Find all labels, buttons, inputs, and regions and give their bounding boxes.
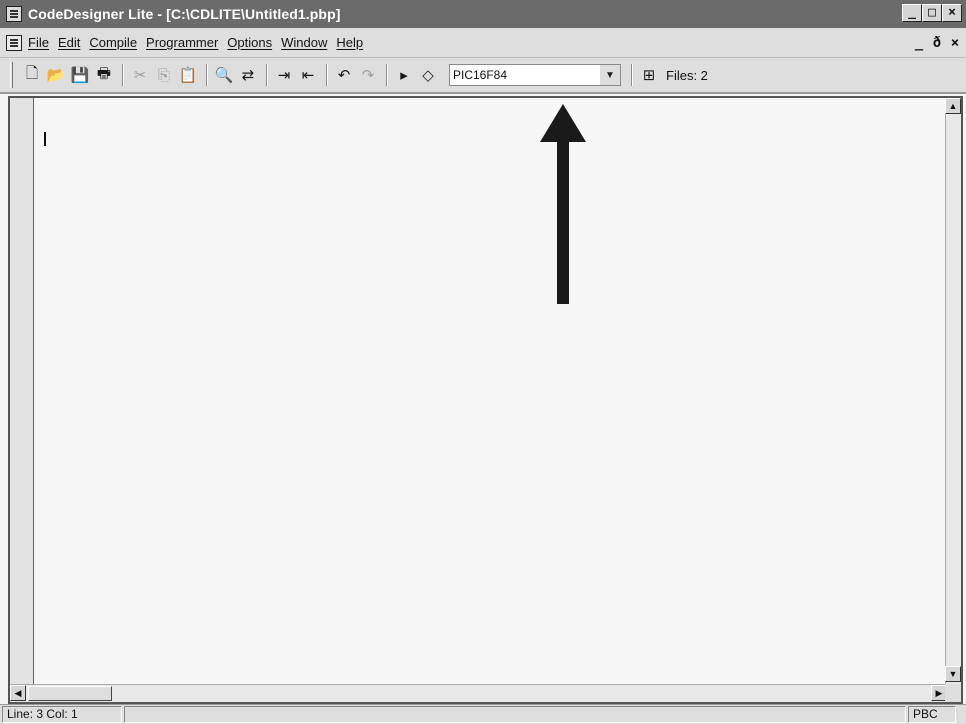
program-chip-icon[interactable]: ◇ [417, 64, 439, 86]
toolbar-grip[interactable] [10, 62, 13, 88]
toolbar: 🗋 📂 💾 🖶 ✂ ⎘ 📋 🔍 ⇄ ⇥ ⇤ ↶ ↷ ▸ ◇ PIC16F84 ▼… [0, 58, 966, 94]
device-select[interactable]: PIC16F84 ▼ [449, 64, 621, 86]
corner-box [945, 684, 961, 702]
menu-window[interactable]: Window [281, 35, 327, 50]
compile-run-icon[interactable]: ▸ [393, 64, 415, 86]
vertical-scrollbar[interactable]: ▲ ▼ [945, 98, 961, 684]
menu-options[interactable]: Options [227, 35, 272, 50]
menu-programmer[interactable]: Programmer [146, 35, 218, 50]
toolbar-separator [266, 64, 268, 86]
language-status: PBC [908, 706, 956, 723]
menu-edit[interactable]: Edit [58, 35, 80, 50]
save-disk-icon[interactable]: 💾 [69, 64, 91, 86]
horizontal-scrollbar[interactable]: ◀ ▶ [10, 684, 947, 702]
replace-icon[interactable]: ⇄ [237, 64, 259, 86]
doc-close-button[interactable]: × [948, 35, 962, 51]
toolbar-separator [631, 64, 633, 86]
doc-minimize-button[interactable]: _ [912, 35, 926, 51]
cut-icon[interactable]: ✂ [129, 64, 151, 86]
text-cursor [44, 132, 46, 146]
toolbar-separator [122, 64, 124, 86]
code-editor[interactable]: ▲ ▼ ◀ ▶ [8, 96, 963, 704]
cursor-position-status: Line: 3 Col: 1 [2, 706, 122, 723]
menu-help[interactable]: Help [336, 35, 363, 50]
up-arrow-annotation-icon [540, 104, 586, 304]
new-file-icon[interactable]: 🗋 [21, 64, 43, 86]
files-tree-icon[interactable]: ⊞ [638, 64, 660, 86]
scroll-left-button[interactable]: ◀ [10, 685, 26, 701]
toolbar-separator [326, 64, 328, 86]
open-folder-icon[interactable]: 📂 [45, 64, 67, 86]
find-binoculars-icon[interactable]: 🔍 [213, 64, 235, 86]
app-icon[interactable] [6, 6, 22, 22]
device-select-value: PIC16F84 [453, 68, 508, 82]
editor-gutter [10, 98, 34, 684]
undo-icon[interactable]: ↶ [333, 64, 355, 86]
horizontal-scroll-thumb[interactable] [28, 686, 112, 701]
printer-icon[interactable]: 🖶 [93, 64, 115, 86]
document-window-controls: _ ð × [912, 35, 962, 51]
status-message-pane [124, 706, 906, 723]
indent-icon[interactable]: ⇥ [273, 64, 295, 86]
menu-compile[interactable]: Compile [89, 35, 137, 50]
outdent-icon[interactable]: ⇤ [297, 64, 319, 86]
title-bar: CodeDesigner Lite - [C:\CDLITE\Untitled1… [0, 0, 966, 28]
window-controls: _ □ × [902, 4, 962, 22]
menu-file[interactable]: File [28, 35, 49, 50]
doc-restore-button[interactable]: ð [930, 35, 944, 51]
maximize-button[interactable]: □ [922, 4, 942, 22]
redo-icon[interactable]: ↷ [357, 64, 379, 86]
status-bar: Line: 3 Col: 1 PBC [0, 704, 966, 724]
paste-icon[interactable]: 📋 [177, 64, 199, 86]
window-title: CodeDesigner Lite - [C:\CDLITE\Untitled1… [28, 6, 341, 22]
toolbar-separator [386, 64, 388, 86]
close-button[interactable]: × [942, 4, 962, 22]
document-icon[interactable] [6, 34, 22, 51]
toolbar-separator [206, 64, 208, 86]
files-count-label[interactable]: Files: 2 [666, 68, 708, 83]
minimize-button[interactable]: _ [902, 4, 922, 22]
menu-bar: File Edit Compile Programmer Options Win… [0, 28, 966, 58]
copy-icon[interactable]: ⎘ [153, 64, 175, 86]
chevron-down-icon[interactable]: ▼ [600, 65, 620, 85]
scroll-down-button[interactable]: ▼ [945, 666, 961, 682]
scroll-up-button[interactable]: ▲ [945, 98, 961, 114]
